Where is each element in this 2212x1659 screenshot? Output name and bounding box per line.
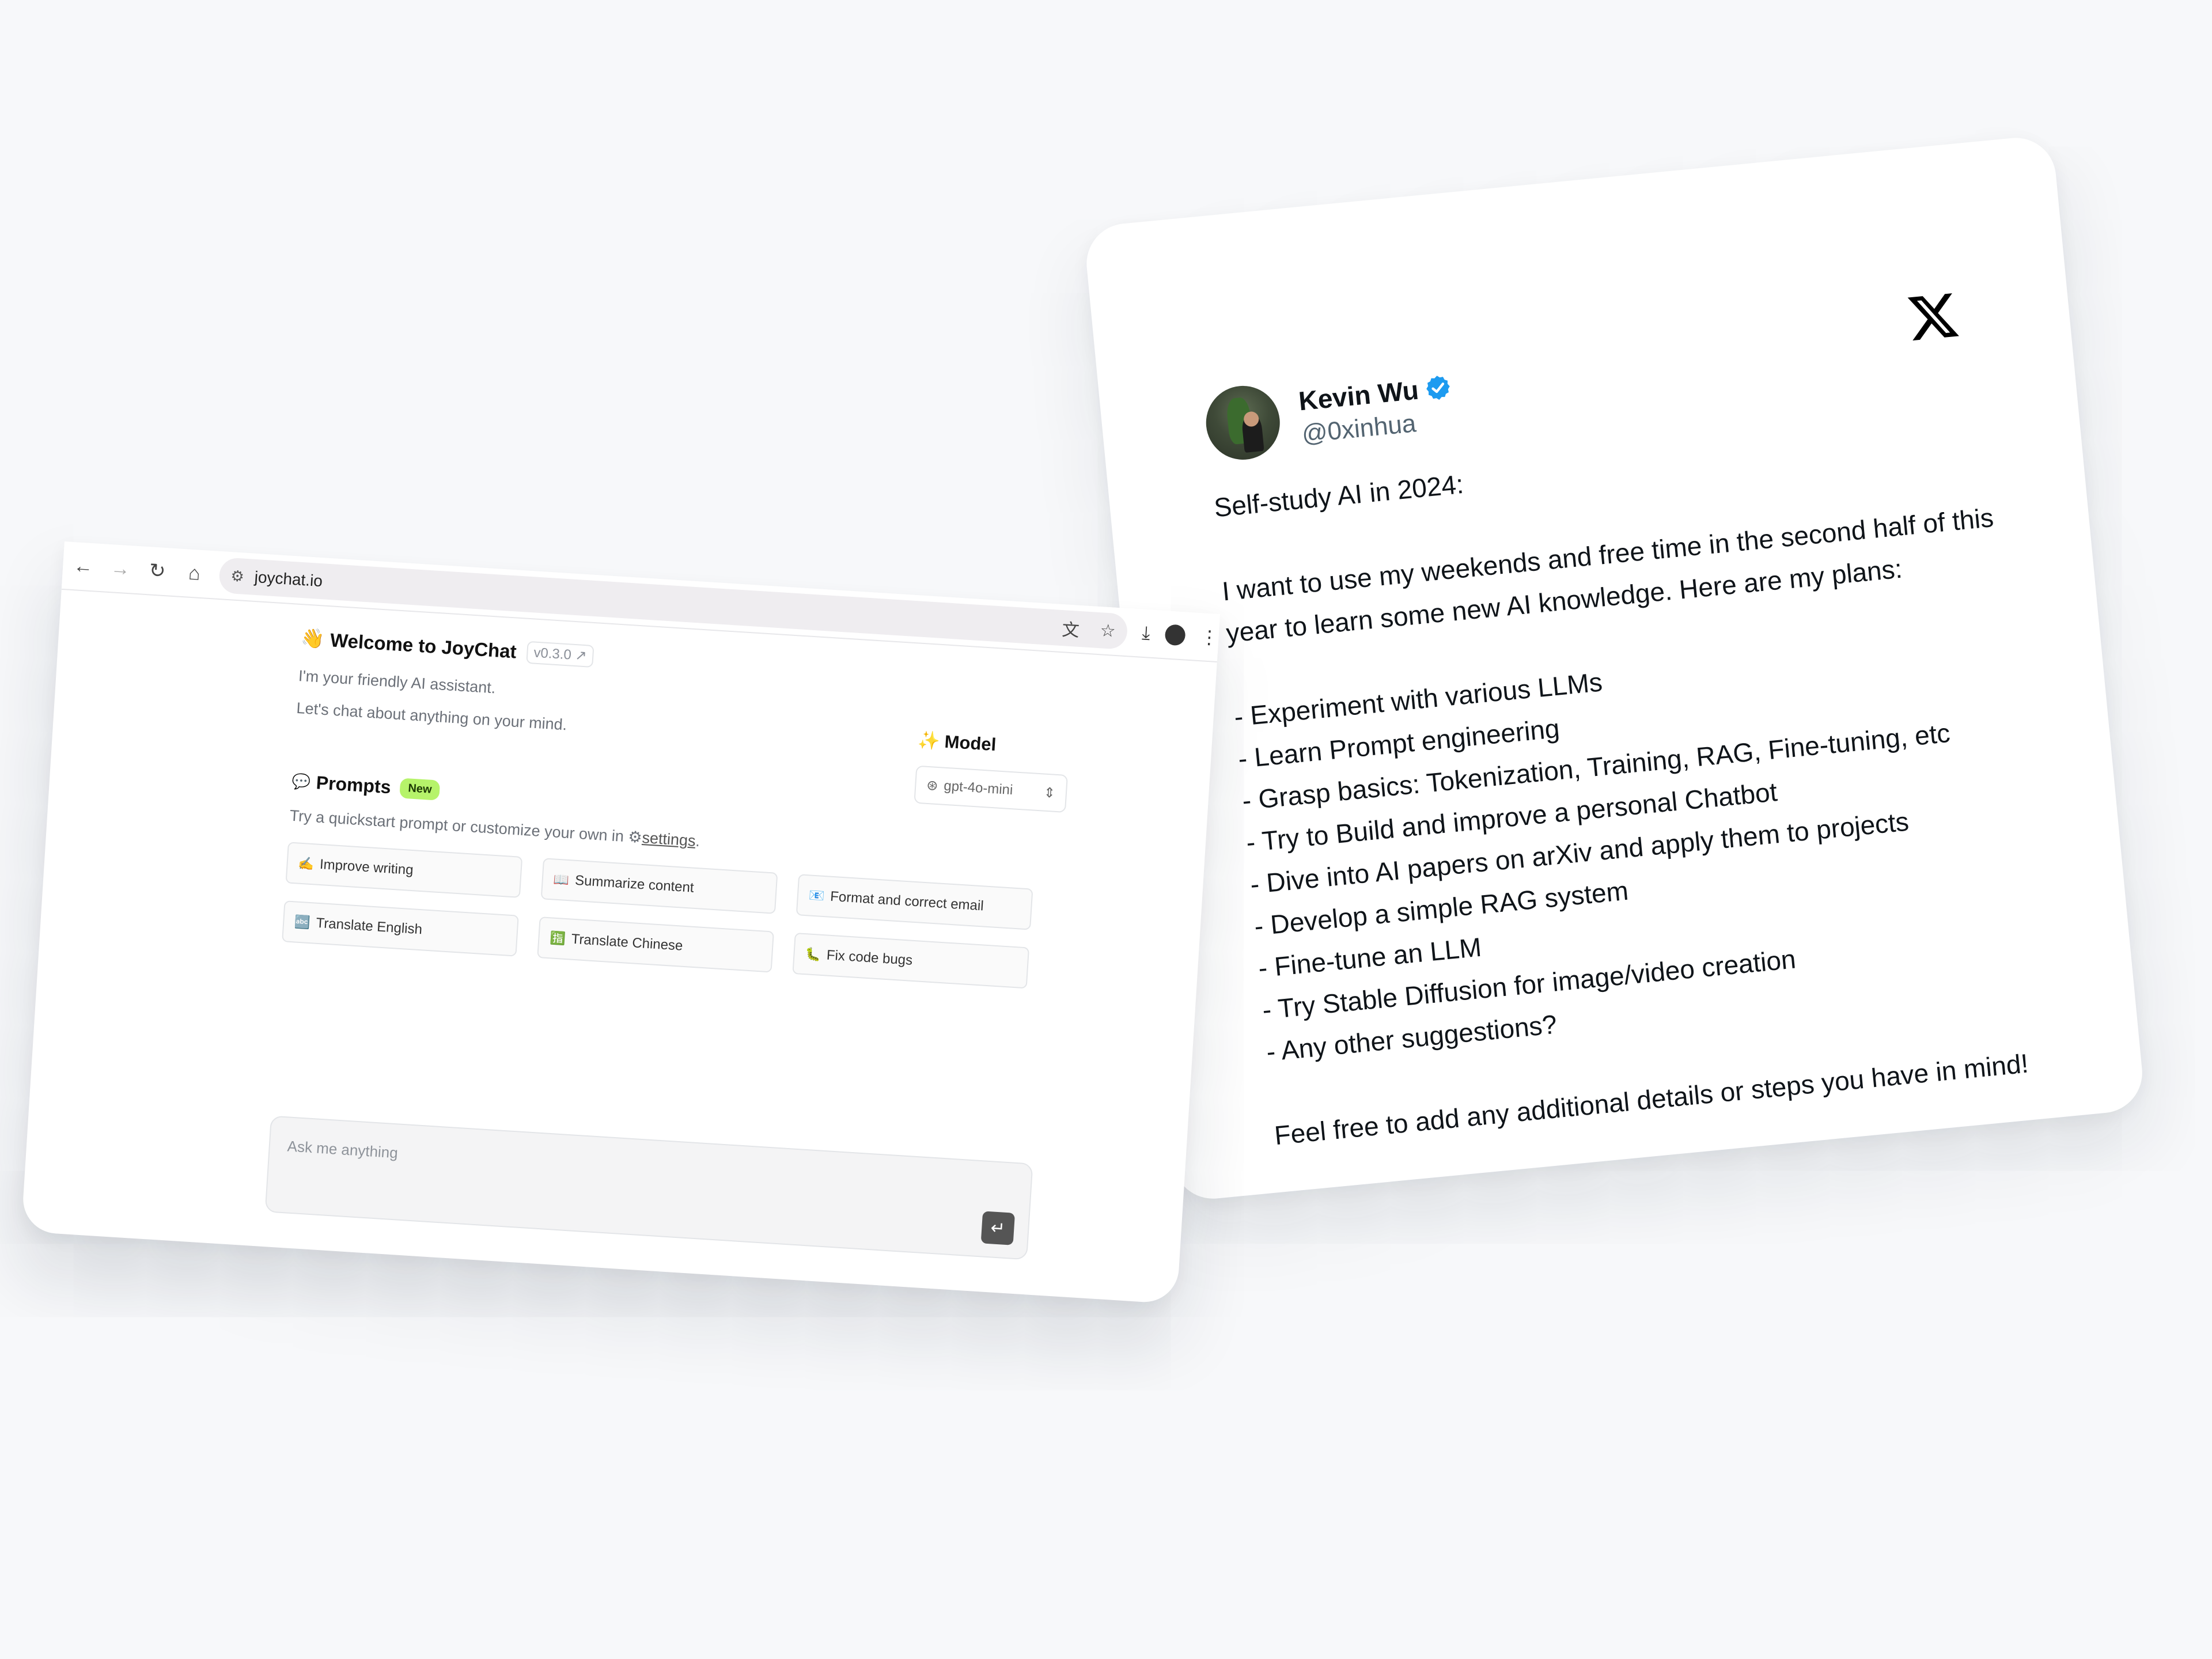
prompt-fix-code-bugs[interactable]: 🐛 Fix code bugs: [792, 932, 1030, 989]
profile-avatar[interactable]: [1164, 624, 1186, 646]
model-section: ✨ Model ⊛ gpt-4o-mini ⇕: [914, 729, 1070, 813]
tweet-author: Kevin Wu @0xinhua: [1202, 366, 1457, 463]
plan-list: - Experiment with various LLMs - Learn P…: [1232, 620, 2060, 1073]
prompt-format-email[interactable]: 📧 Format and correct email: [796, 874, 1033, 930]
bug-icon: 🐛: [804, 946, 821, 962]
email-icon: 📧: [808, 888, 825, 904]
prompt-label: Format and correct email: [830, 888, 984, 914]
openai-icon: ⊛: [926, 777, 939, 794]
kebab-menu-icon[interactable]: ⋮: [1199, 626, 1219, 649]
download-icon[interactable]: ⤓: [1141, 622, 1150, 645]
abc-icon: 🔤: [294, 914, 311, 930]
back-arrow-icon[interactable]: ←: [66, 548, 101, 585]
reload-icon[interactable]: ↻: [139, 552, 175, 589]
enter-key-icon: ↵: [990, 1218, 1006, 1238]
author-avatar[interactable]: [1202, 382, 1283, 463]
speech-bubble-icon: 💬: [291, 772, 311, 791]
prompts-hint-text: Try a quickstart prompt or customize you…: [289, 806, 624, 845]
welcome-section: 👋 Welcome to JoyChat v0.3.0 ↗ I'm your f…: [296, 627, 594, 743]
prompts-title: Prompts: [315, 772, 392, 798]
prompt-label: Translate Chinese: [570, 931, 684, 954]
prompt-label: Translate English: [315, 915, 423, 938]
tweet-card: Kevin Wu @0xinhua Self-study AI in 2024:…: [1083, 134, 2146, 1203]
writing-hand-icon: ✍️: [297, 855, 315, 872]
settings-link[interactable]: settings: [642, 829, 696, 850]
model-value: gpt-4o-mini: [943, 778, 1014, 798]
prompt-translate-english[interactable]: 🔤 Translate English: [282, 900, 519, 957]
prompt-label: Summarize content: [574, 872, 695, 896]
model-select[interactable]: ⊛ gpt-4o-mini ⇕: [914, 765, 1068, 813]
tweet-text: Self-study AI in 2024: I want to use my …: [1212, 411, 2068, 1157]
welcome-title: Welcome to JoyChat: [329, 628, 517, 662]
x-logo-icon[interactable]: [1905, 288, 1961, 344]
waving-hand-icon: 👋: [300, 627, 325, 650]
gear-icon: ⚙: [627, 828, 643, 846]
browser-window: ← → ↻ ⌂ ⚙ joychat.io 文 ☆ ⤓ ⋮ 👋 Welcome t…: [21, 541, 1221, 1304]
prompt-translate-chinese[interactable]: 🈯 Translate Chinese: [537, 916, 774, 973]
prompt-summarize-content[interactable]: 📖 Summarize content: [540, 858, 778, 914]
prompt-label: Fix code bugs: [826, 947, 913, 968]
prompt-improve-writing[interactable]: ✍️ Improve writing: [285, 842, 523, 898]
star-icon[interactable]: ☆: [1100, 620, 1116, 642]
chevron-updown-icon: ⇕: [1043, 785, 1056, 801]
chat-input[interactable]: Ask me anything ↵: [264, 1115, 1033, 1260]
prompt-label: Improve writing: [319, 856, 414, 878]
prompts-hint-period: .: [695, 832, 700, 850]
joychat-page: 👋 Welcome to JoyChat v0.3.0 ↗ I'm your f…: [21, 589, 1217, 1304]
url-text[interactable]: joychat.io: [254, 568, 323, 590]
site-settings-icon[interactable]: ⚙: [230, 567, 245, 585]
forward-arrow-icon[interactable]: →: [103, 550, 138, 587]
new-badge: New: [399, 778, 441, 801]
version-link[interactable]: v0.3.0 ↗: [526, 641, 594, 668]
model-label: Model: [944, 731, 997, 755]
home-icon[interactable]: ⌂: [176, 555, 212, 592]
verified-badge-icon: [1426, 376, 1450, 400]
chinese-character-icon: 🈯: [549, 930, 566, 946]
translate-icon[interactable]: 文: [1061, 615, 1080, 642]
send-button[interactable]: ↵: [980, 1211, 1016, 1245]
book-icon: 📖: [553, 872, 570, 888]
chat-input-placeholder[interactable]: Ask me anything: [287, 1137, 399, 1162]
sparkle-icon: ✨: [917, 729, 941, 752]
